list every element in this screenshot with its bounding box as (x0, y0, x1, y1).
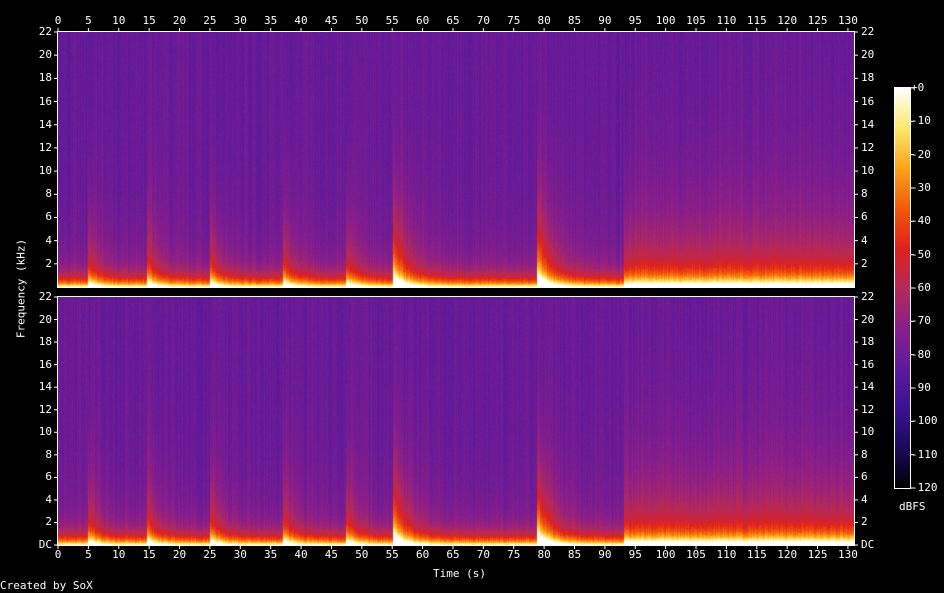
y-tick-label-right: 18 (861, 335, 875, 349)
axes-overlay (54, 28, 914, 549)
colorbar-tick-label: -20 (911, 147, 931, 161)
colorbar-tick-label: -110 (911, 447, 938, 461)
colorbar-tick-label: -30 (911, 181, 931, 194)
y-tick-label-left: 16 (38, 94, 52, 108)
colorbar-tick-label: -90 (911, 381, 931, 394)
y-tick-label-right: 4 (861, 233, 868, 247)
colorbar-tick-label: +0 (911, 81, 925, 94)
y-tick-label-left: 20 (38, 48, 52, 62)
x-tick-label-bottom: 130 (837, 548, 858, 561)
y-tick-label-right: 10 (861, 164, 875, 178)
y-tick-label-left: 2 (45, 515, 52, 529)
y-tick-label-right: 8 (861, 187, 868, 201)
channel-2-frame (57, 296, 855, 546)
y-tick-label-left: 12 (38, 402, 52, 416)
y-tick-label-right: 2 (861, 515, 868, 529)
colorbar-unit-label: dBFS (899, 500, 926, 513)
y-tick-label-left: 8 (45, 187, 52, 201)
y-tick-label-right: 20 (861, 48, 875, 62)
y-tick-label-right: 6 (861, 210, 868, 224)
colorbar-tick-label: -60 (911, 281, 931, 294)
x-axis-title: Time (s) (433, 567, 486, 580)
colorbar-tick-label: -10 (911, 114, 931, 128)
y-tick-label-left: 14 (38, 380, 52, 394)
colorbar-frame (894, 87, 911, 489)
colorbar-tick-label: -100 (911, 414, 938, 428)
y-tick-label-right: 18 (861, 71, 875, 85)
y-tick-label-left: 12 (38, 140, 52, 154)
y-tick-label-left: 4 (45, 492, 52, 506)
y-tick-label-right: 12 (861, 402, 875, 416)
y-tick-label-left: 10 (38, 425, 52, 439)
y-tick-label-right: 16 (861, 94, 875, 108)
colorbar-tick-label: -40 (911, 214, 931, 228)
y-tick-label-left: 16 (38, 357, 52, 371)
y-tick-label-right: 10 (861, 425, 875, 439)
y-tick-label-left: 10 (38, 164, 52, 178)
credit-text: Created by SoX (0, 579, 93, 592)
y-tick-label-left: 14 (38, 117, 52, 131)
channel-1-frame (57, 31, 855, 288)
y-tick-label-right: 14 (861, 117, 875, 131)
y-tick-label-right: 12 (861, 140, 875, 154)
y-tick-label-right: 2 (861, 256, 868, 270)
y-tick-label-left: 6 (45, 210, 52, 224)
colorbar-tick-label: -70 (911, 314, 931, 328)
x-tick-label-top: 130 (837, 14, 858, 27)
y-tick-label-right: 14 (861, 380, 875, 394)
y-axis-title: Frequency (kHz) (14, 238, 28, 339)
y-tick-label-left: 8 (45, 447, 52, 461)
y-tick-label-right: 6 (861, 470, 868, 484)
colorbar-tick-label: -120 (911, 481, 938, 494)
colorbar-tick-label: -50 (911, 247, 931, 261)
y-tick-label-right: 20 (861, 312, 875, 326)
colorbar-tick-label: -80 (911, 347, 931, 361)
y-tick-label-right: 16 (861, 357, 875, 371)
y-tick-label-right: 8 (861, 447, 868, 461)
y-tick-label-right: 22 (861, 290, 875, 303)
y-tick-label-left: 18 (38, 71, 52, 85)
y-tick-label-right: 4 (861, 492, 868, 506)
y-tick-label-left: 6 (45, 470, 52, 484)
